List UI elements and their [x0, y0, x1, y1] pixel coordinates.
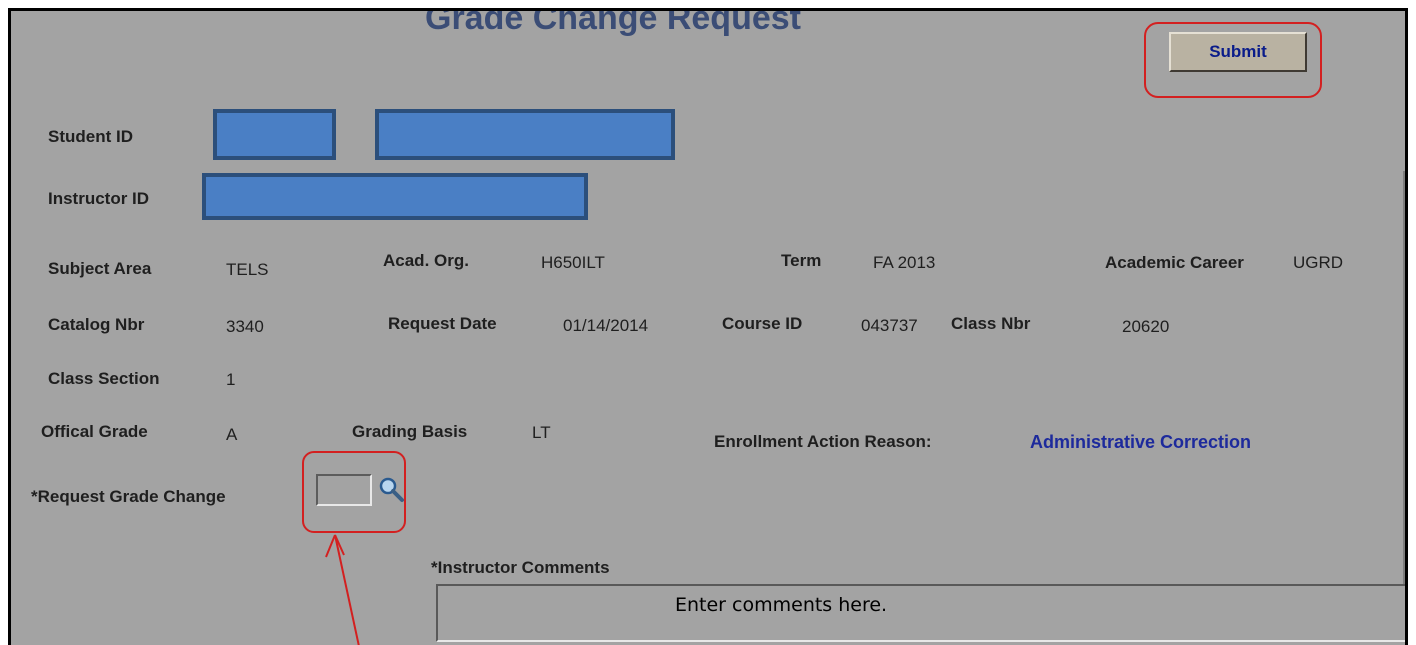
student-id-redacted-field — [213, 109, 336, 160]
grading-basis-label: Grading Basis — [352, 422, 468, 441]
enrollment-action-reason-label: Enrollment Action Reason: — [714, 432, 932, 451]
request-grade-change-label: *Request Grade Change — [31, 487, 226, 506]
catalog-nbr-value: 3340 — [226, 317, 264, 336]
instructor-comments-placeholder: Enter comments here. — [675, 594, 888, 616]
acad-org-value: H650ILT — [541, 253, 605, 272]
class-nbr-value: 20620 — [1122, 317, 1170, 336]
instructor-id-redacted-field — [202, 173, 588, 220]
grade-change-panel: Grade Change Request Submit Student ID I… — [8, 8, 1408, 645]
request-grade-change-input[interactable] — [316, 474, 372, 506]
magnifier-icon[interactable] — [377, 475, 405, 503]
request-date-label: Request Date — [388, 314, 497, 333]
acad-org-label: Acad. Org. — [383, 251, 469, 270]
submit-button-label: Submit — [1209, 42, 1267, 61]
term-label: Term — [781, 251, 822, 270]
request-date-value: 01/14/2014 — [563, 316, 649, 335]
instructor-comments-label: *Instructor Comments — [431, 558, 610, 577]
course-id-label: Course ID — [722, 314, 803, 333]
academic-career-value: UGRD — [1293, 253, 1344, 272]
academic-career-label: Academic Career — [1105, 253, 1244, 272]
enrollment-action-reason-value: Administrative Correction — [1030, 432, 1252, 452]
course-id-value: 043737 — [861, 316, 918, 335]
class-nbr-label: Class Nbr — [951, 314, 1031, 333]
catalog-nbr-label: Catalog Nbr — [48, 315, 145, 334]
official-grade-label: Offical Grade — [41, 422, 148, 441]
instructor-id-label: Instructor ID — [48, 189, 150, 208]
subject-area-label: Subject Area — [48, 259, 152, 278]
subject-area-value: TELS — [226, 260, 269, 279]
official-grade-value: A — [226, 425, 238, 444]
scrollbar-edge — [1403, 171, 1405, 591]
grading-basis-value: LT — [532, 423, 551, 442]
student-id-label: Student ID — [48, 127, 133, 146]
page-title: Grade Change Request — [425, 8, 801, 37]
class-section-value: 1 — [226, 370, 236, 389]
class-section-label: Class Section — [48, 369, 160, 388]
student-name-redacted-field — [375, 109, 675, 160]
term-value: FA 2013 — [873, 253, 936, 272]
submit-button[interactable]: Submit — [1169, 32, 1307, 72]
instructor-comments-textarea[interactable] — [436, 584, 1405, 642]
callout-arrow — [325, 534, 360, 645]
